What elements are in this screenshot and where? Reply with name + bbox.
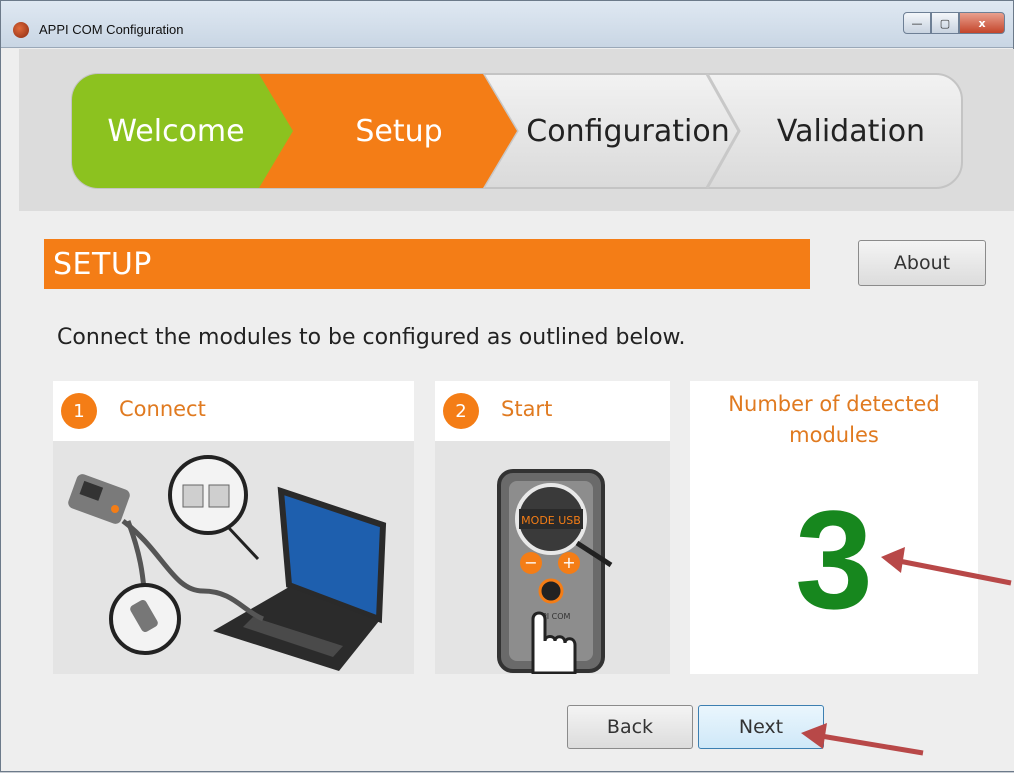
step-number-2: 2 <box>443 393 479 429</box>
next-button[interactable]: Next <box>698 705 824 749</box>
instruction-text: Connect the modules to be configured as … <box>57 325 686 350</box>
wizard-header: Welcome Setup Configuration Validation <box>19 49 1014 211</box>
wizard-content: Welcome Setup Configuration Validation S… <box>19 49 1014 771</box>
about-button[interactable]: About <box>858 240 986 286</box>
minimize-icon: — <box>911 16 923 30</box>
detected-modules-label: Number of detected modules <box>728 392 940 447</box>
close-icon: x <box>978 16 986 30</box>
maximize-button[interactable]: ▢ <box>931 12 959 34</box>
title-bar: APPI COM Configuration — ▢ x <box>1 1 1013 48</box>
start-panel: 2 Start MODE USB − + APPI COM <box>435 381 670 675</box>
step-welcome[interactable]: Welcome <box>71 73 281 189</box>
connect-panel-header: 1 Connect <box>53 381 414 441</box>
step-number-1: 1 <box>61 393 97 429</box>
connect-illustration <box>53 441 414 674</box>
maximize-icon: ▢ <box>939 16 951 30</box>
minimize-button[interactable]: — <box>903 12 931 34</box>
svg-text:+: + <box>562 553 575 572</box>
connect-title: Connect <box>119 397 206 421</box>
start-title: Start <box>501 397 553 421</box>
window-controls: — ▢ x <box>903 12 1005 36</box>
section-header: SETUP <box>44 239 810 289</box>
app-icon <box>13 22 29 38</box>
start-illustration: MODE USB − + APPI COM <box>435 441 670 675</box>
window-title: APPI COM Configuration <box>39 22 184 37</box>
device-start-image: MODE USB − + APPI COM <box>497 469 613 675</box>
svg-text:−: − <box>524 553 537 572</box>
connect-panel: 1 Connect <box>53 381 414 674</box>
start-panel-header: 2 Start <box>435 381 670 441</box>
back-button[interactable]: Back <box>567 705 693 749</box>
wizard-steps: Welcome Setup Configuration Validation <box>71 73 963 189</box>
usb-connection-image <box>68 455 387 671</box>
detected-modules-count: 3 <box>795 481 873 638</box>
app-window: APPI COM Configuration — ▢ x Welcome Set… <box>0 0 1014 772</box>
section-title: SETUP <box>53 247 152 282</box>
step-validation[interactable]: Validation <box>741 73 961 189</box>
step-setup[interactable]: Setup <box>301 73 497 189</box>
device-screen-text: MODE USB <box>521 514 581 527</box>
close-button[interactable]: x <box>959 12 1005 34</box>
detected-modules-panel: Number of detected modules 3 <box>690 381 978 674</box>
step-configuration[interactable]: Configuration <box>517 73 739 189</box>
